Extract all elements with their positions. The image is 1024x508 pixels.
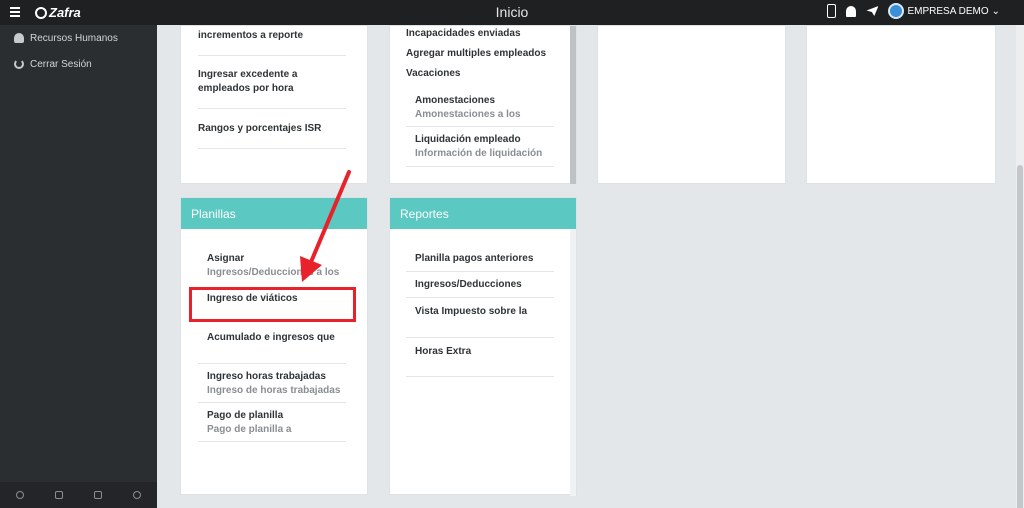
annotation-arrow (300, 170, 351, 282)
annotation-highlight-box (189, 287, 356, 322)
